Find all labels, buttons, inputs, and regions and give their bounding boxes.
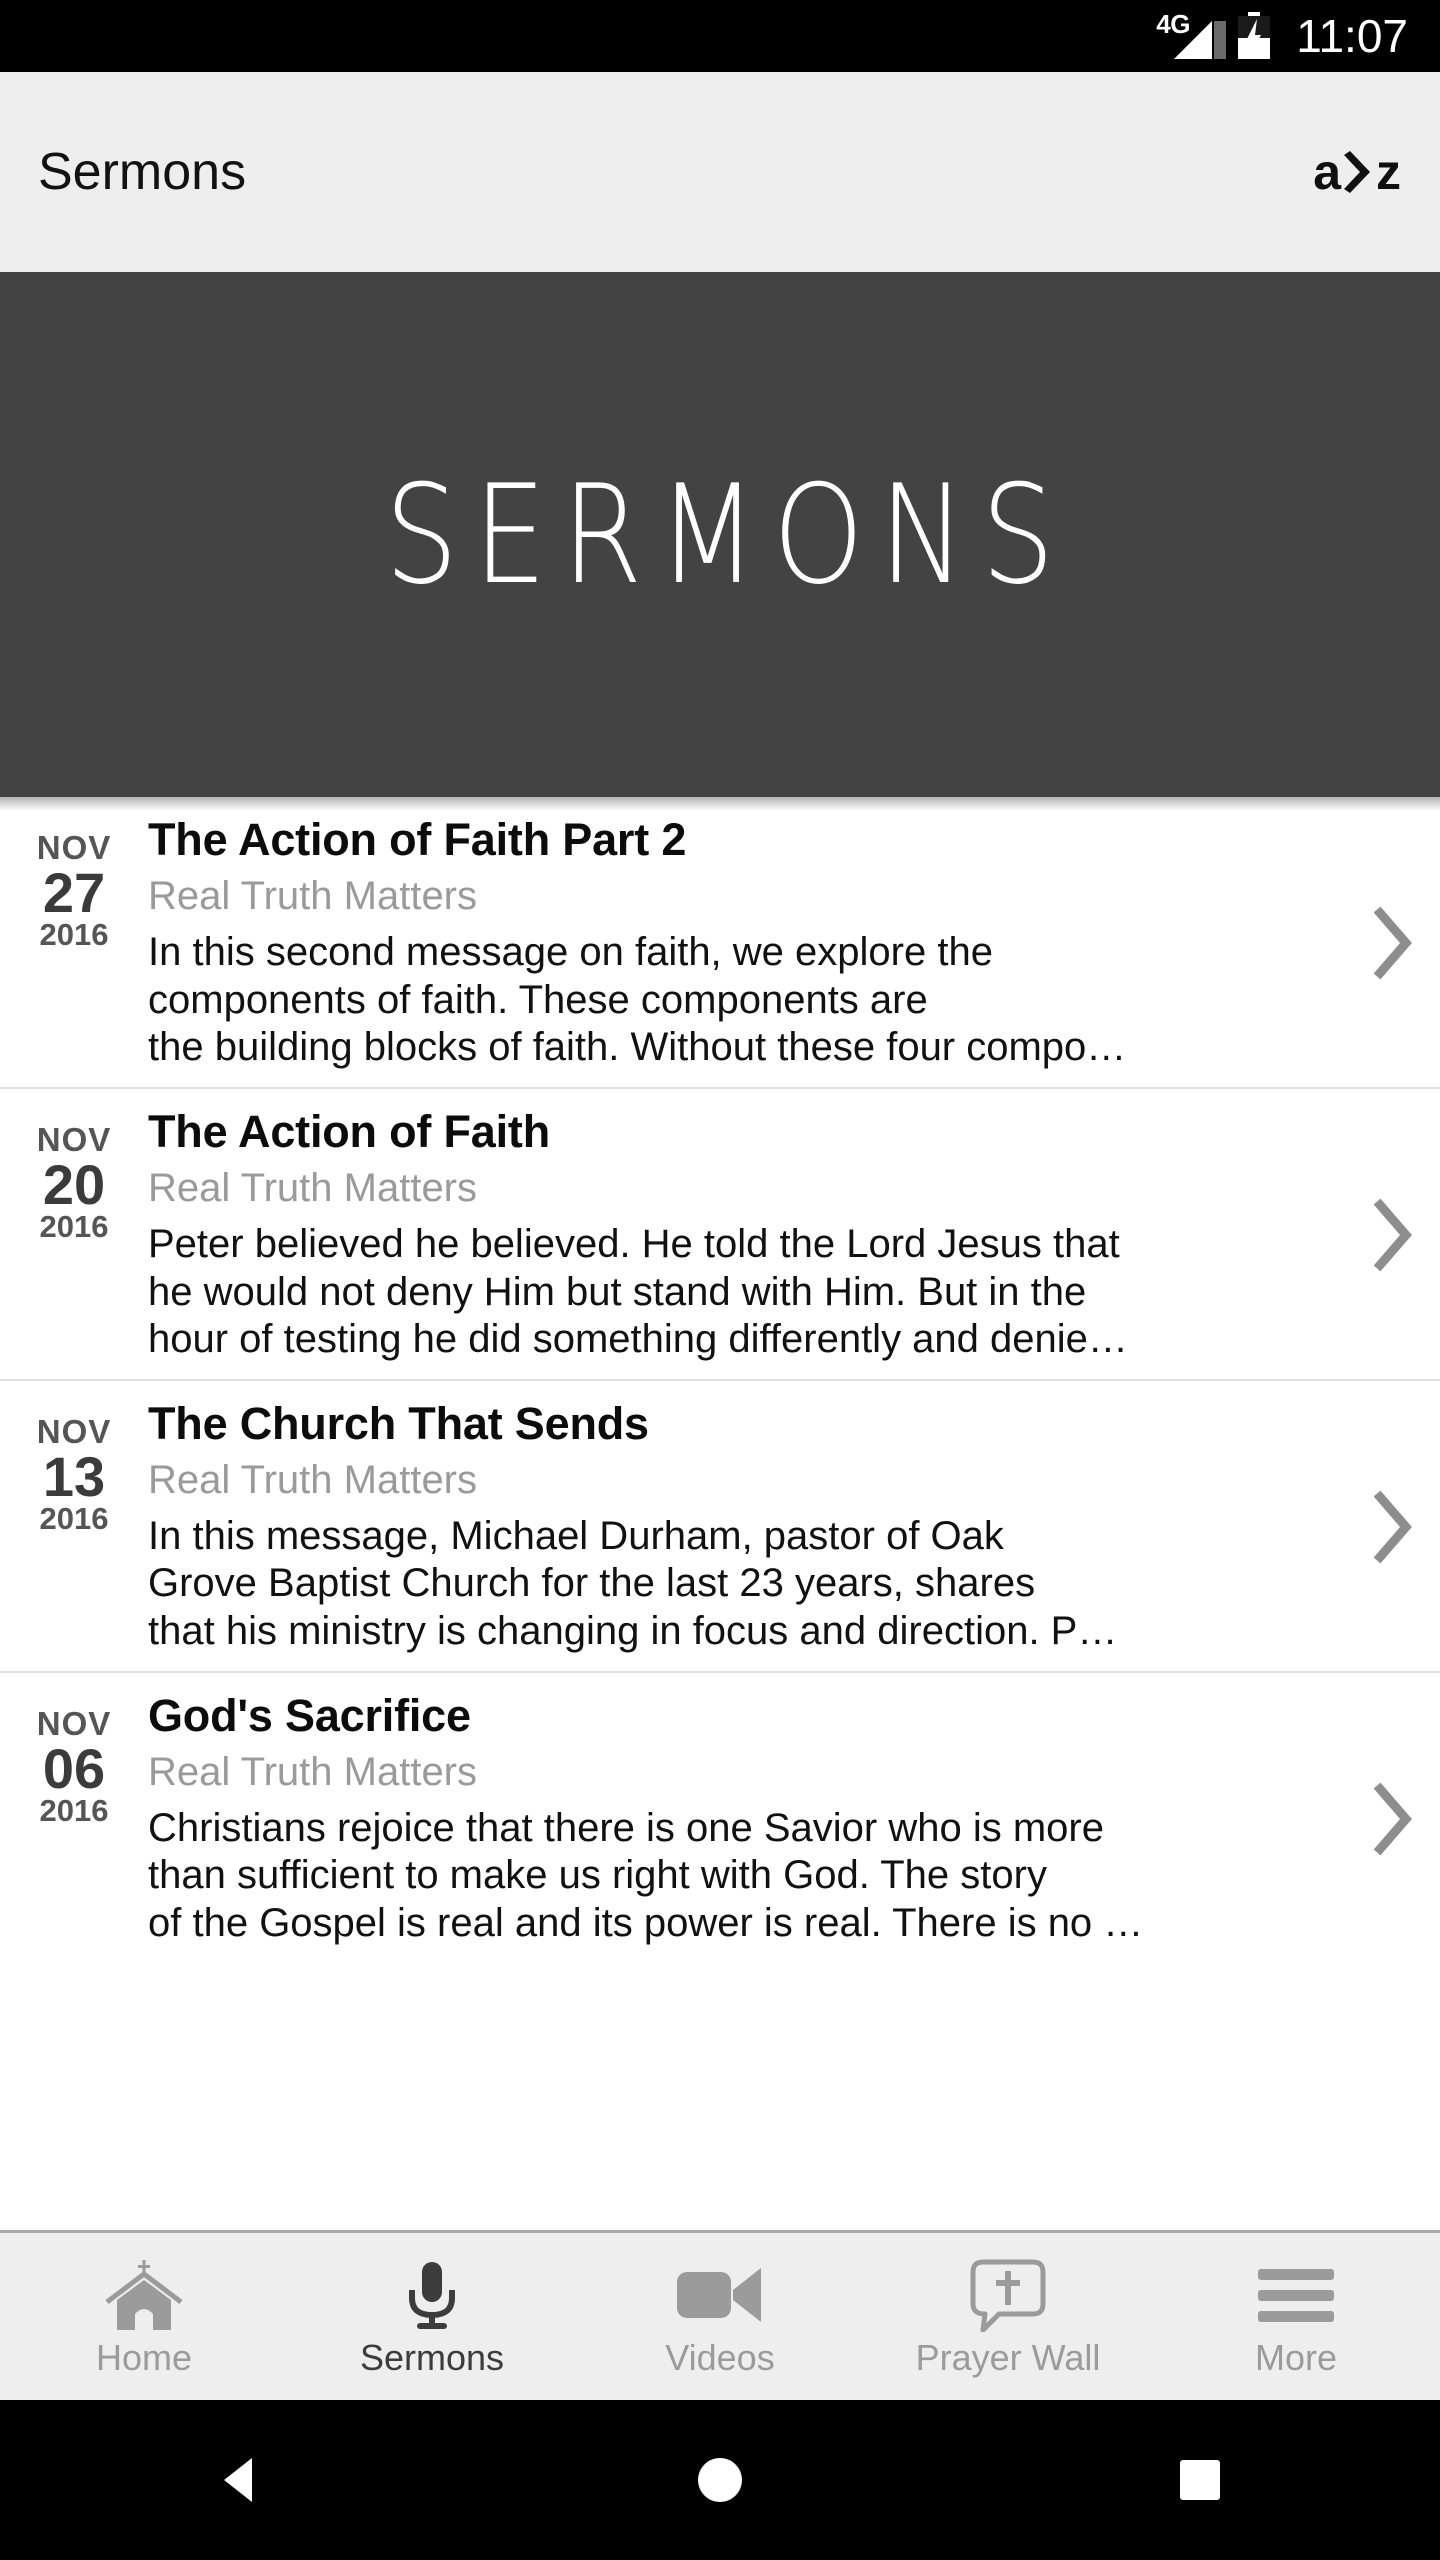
chevron-right-icon[interactable]: [1344, 903, 1440, 983]
sermon-description: Peter believed he believed. He told the …: [148, 1222, 1128, 1361]
church-icon: [101, 2258, 187, 2332]
tab-more[interactable]: More: [1152, 2233, 1440, 2400]
brand-letter-z: z: [1376, 144, 1401, 200]
sermon-text-block: The Action of Faith Part 2 Real Truth Ma…: [148, 814, 1344, 1071]
sermon-title: God's Sacrifice: [148, 1689, 471, 1741]
sermon-description: In this message, Michael Durham, pastor …: [148, 1514, 1118, 1653]
tab-label-home: Home: [95, 2336, 193, 2378]
bottom-tab-bar: Home Sermons Videos Prayer Wall More: [0, 2230, 1440, 2400]
sermon-text-block: The Church That Sends Real Truth Matters…: [148, 1397, 1344, 1655]
tab-sermons[interactable]: Sermons: [288, 2233, 576, 2400]
microphone-icon: [395, 2258, 469, 2332]
sermon-title: The Action of Faith: [148, 1105, 550, 1157]
sermon-title: The Church That Sends: [148, 1397, 649, 1449]
signal-bars-icon: 4G: [1156, 11, 1227, 59]
date-day: 20: [42, 1152, 106, 1216]
tab-label-prayer-wall: Prayer Wall: [915, 2336, 1101, 2378]
sermon-series: Real Truth Matters: [148, 874, 478, 919]
hamburger-menu-icon: [1256, 2258, 1336, 2332]
phone-screen: 4G 11:07 Sermons a z SERMONS NOV 27 2016…: [0, 0, 1440, 2560]
sermon-description: Christians rejoice that there is one Sav…: [148, 1806, 1144, 1945]
sermon-date: NOV 06 2016: [0, 1691, 148, 1827]
chevron-right-icon[interactable]: [1344, 1487, 1440, 1567]
android-system-nav: [0, 2400, 1440, 2560]
hero-banner: SERMONS: [0, 272, 1440, 811]
sermon-list-item[interactable]: NOV 06 2016 God's Sacrifice Real Truth M…: [0, 1673, 1440, 1963]
tab-prayer-wall[interactable]: Prayer Wall: [864, 2233, 1152, 2400]
date-year: 2016: [39, 1208, 109, 1244]
sermon-date: NOV 27 2016: [0, 815, 148, 951]
sermon-list-item[interactable]: NOV 27 2016 The Action of Faith Part 2 R…: [0, 797, 1440, 1089]
sermon-text-block: The Action of Faith Real Truth Matters P…: [148, 1105, 1344, 1363]
sermon-title: The Action of Faith Part 2: [148, 814, 687, 865]
chevron-right-icon[interactable]: [1344, 1195, 1440, 1275]
battery-charging-icon: [1236, 12, 1272, 60]
page-title: Sermons: [38, 143, 247, 201]
sermon-description: In this second message on faith, we expl…: [148, 930, 1127, 1069]
sermon-date: NOV 20 2016: [0, 1107, 148, 1243]
tab-label-more: More: [1254, 2336, 1338, 2378]
chevron-right-icon: [1340, 149, 1374, 195]
tab-videos[interactable]: Videos: [576, 2233, 864, 2400]
brand-letter-a: a: [1313, 144, 1341, 200]
hero-title: SERMONS: [384, 454, 1071, 615]
sermon-series: Real Truth Matters: [148, 1458, 478, 1503]
app-bar: Sermons a z: [0, 72, 1440, 272]
date-day: 06: [42, 1736, 106, 1800]
sermon-text-block: God's Sacrifice Real Truth Matters Chris…: [148, 1689, 1344, 1947]
sermon-list-item[interactable]: NOV 20 2016 The Action of Faith Real Tru…: [0, 1089, 1440, 1381]
status-bar: 4G 11:07: [0, 0, 1440, 72]
back-triangle-icon[interactable]: [180, 2420, 300, 2540]
sermon-date: NOV 13 2016: [0, 1399, 148, 1535]
sermon-series: Real Truth Matters: [148, 1750, 478, 1795]
sermon-series: Real Truth Matters: [148, 1166, 478, 1211]
date-day: 27: [42, 860, 106, 924]
clock-label: 11:07: [1296, 10, 1408, 62]
tab-label-sermons: Sermons: [359, 2336, 505, 2378]
video-camera-icon: [675, 2258, 765, 2332]
sermon-list-item[interactable]: NOV 13 2016 The Church That Sends Real T…: [0, 1381, 1440, 1673]
tab-label-videos: Videos: [665, 2336, 775, 2378]
date-year: 2016: [39, 1792, 109, 1828]
sermon-list: NOV 27 2016 The Action of Faith Part 2 R…: [0, 797, 1440, 2230]
tab-home[interactable]: Home: [0, 2233, 288, 2400]
recents-square-icon[interactable]: [1140, 2420, 1260, 2540]
home-circle-icon[interactable]: [660, 2420, 780, 2540]
date-year: 2016: [39, 1500, 109, 1536]
chevron-right-icon[interactable]: [1344, 1779, 1440, 1859]
speech-bubble-cross-icon: [969, 2258, 1047, 2332]
date-year: 2016: [39, 916, 109, 952]
date-day: 13: [42, 1444, 106, 1508]
brand-logo-a-to-z[interactable]: a z: [1313, 143, 1401, 201]
